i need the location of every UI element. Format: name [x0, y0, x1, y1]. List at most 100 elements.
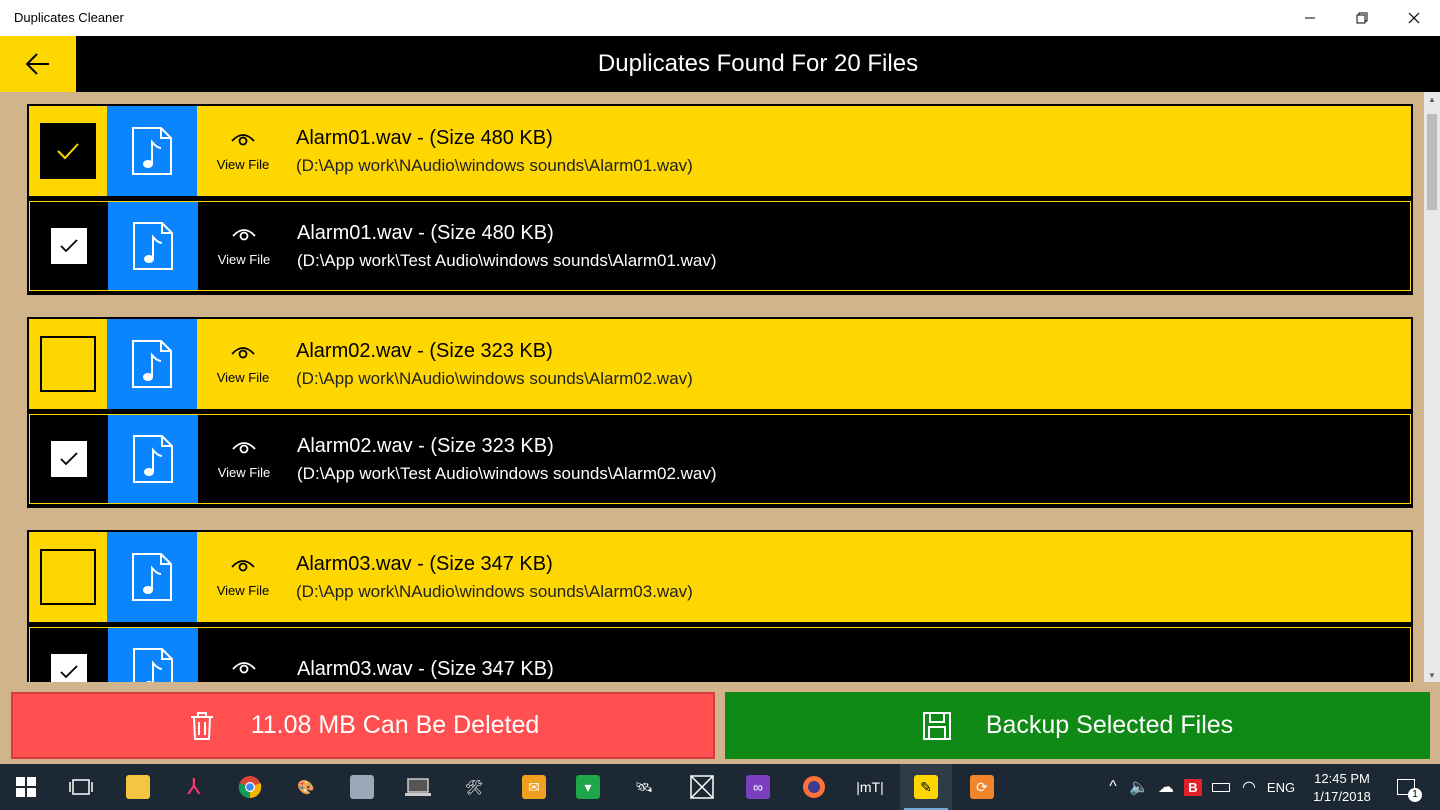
view-file-button[interactable]: View File [198, 202, 290, 290]
taskbar-chrome[interactable] [224, 764, 276, 810]
taskbar-file-explorer[interactable] [112, 764, 164, 810]
minimize-button[interactable] [1284, 0, 1336, 36]
task-view-icon [69, 779, 93, 795]
file-info: Alarm03.wav - (Size 347 KB) (D:\App work… [296, 532, 693, 622]
eye-icon [232, 441, 256, 453]
select-checkbox[interactable] [51, 654, 87, 682]
view-file-label: View File [217, 464, 271, 480]
view-file-button[interactable]: View File [198, 415, 290, 503]
view-file-label: View File [216, 582, 270, 598]
duplicate-group: View File Alarm01.wav - (Size 480 KB) (D… [27, 104, 1413, 295]
taskbar-pdf[interactable]: ⟳ [956, 764, 1008, 810]
b-app-icon: B [1184, 778, 1202, 796]
taskbar-app-red[interactable]: ⅄ [168, 764, 220, 810]
app-red-icon: ⅄ [187, 774, 201, 799]
taskbar-mt[interactable]: |mT| [844, 764, 896, 810]
duplicates-list[interactable]: View File Alarm01.wav - (Size 480 KB) (D… [0, 92, 1440, 682]
app-icon [350, 775, 374, 799]
file-name: Alarm02.wav - (Size 323 KB) [296, 339, 553, 362]
notification-icon: 1 [1397, 779, 1422, 802]
view-file-button[interactable]: View File [197, 319, 289, 409]
file-path: (D:\App work\NAudio\windows sounds\Alarm… [296, 368, 693, 388]
taskbar-duplicates-cleaner[interactable]: ✎ [900, 764, 952, 810]
close-icon [1408, 12, 1420, 24]
volume-button[interactable]: 🔈 [1128, 764, 1150, 810]
onedrive-button[interactable]: ☁ [1154, 764, 1178, 810]
restore-icon [1356, 12, 1368, 24]
file-info: Alarm03.wav - (Size 347 KB) [297, 628, 554, 682]
pdf-icon: ⟳ [970, 775, 994, 799]
eye-icon [231, 346, 255, 358]
clock[interactable]: 12:45 PM 1/17/2018 [1302, 770, 1382, 806]
taskbar-visual-studio[interactable]: ∞ [732, 764, 784, 810]
file-name: Alarm02.wav - (Size 323 KB) [297, 434, 554, 457]
view-file-button[interactable]: View File [197, 106, 289, 196]
select-checkbox[interactable] [40, 336, 96, 392]
battery-button[interactable] [1208, 764, 1234, 810]
delete-button[interactable]: 11.08 MB Can Be Deleted [11, 692, 715, 759]
taskbar-paint[interactable]: 🎨 [280, 764, 332, 810]
view-file-button[interactable]: View File [197, 532, 289, 622]
tray-expand-button[interactable]: ^ [1102, 764, 1124, 810]
paint-icon: 🎨 [297, 778, 315, 795]
language-button[interactable]: ENG [1264, 764, 1298, 810]
clock-time: 12:45 PM [1314, 771, 1370, 786]
taskbar-tools[interactable]: 🛠 [448, 764, 500, 810]
tray-b-app[interactable]: B [1182, 764, 1204, 810]
notifications-button[interactable]: 1 [1388, 764, 1424, 810]
wifi-button[interactable]: ◠ [1238, 764, 1260, 810]
file-row-primary[interactable]: View File Alarm01.wav - (Size 480 KB) (D… [29, 106, 1411, 196]
scroll-thumb[interactable] [1427, 114, 1437, 210]
music-file-icon [133, 222, 173, 270]
window-title: Duplicates Cleaner [14, 10, 124, 25]
eye-icon [231, 559, 255, 571]
wifi-icon: ◠ [1242, 779, 1256, 796]
file-row-duplicate[interactable]: Alarm03.wav - (Size 347 KB) [29, 627, 1411, 682]
mt-icon: |mT| [856, 779, 884, 795]
file-row-duplicate[interactable]: View File Alarm02.wav - (Size 323 KB) (D… [29, 414, 1411, 504]
file-row-primary[interactable]: View File Alarm02.wav - (Size 323 KB) (D… [29, 319, 1411, 409]
scroll-up-arrow-icon[interactable]: ▲ [1424, 92, 1440, 106]
eye-icon [231, 133, 255, 145]
back-button[interactable] [0, 36, 76, 92]
clock-date: 1/17/2018 [1313, 789, 1371, 804]
checkbox-cell [30, 415, 108, 503]
view-file-label: View File [217, 251, 271, 267]
scroll-down-arrow-icon[interactable]: ▼ [1424, 668, 1440, 682]
eye-icon [232, 228, 256, 240]
taskbar-mail[interactable]: ✉ [508, 764, 560, 810]
music-file-icon [133, 648, 173, 682]
close-button[interactable] [1388, 0, 1440, 36]
taskbar-laptop[interactable] [392, 764, 444, 810]
mail-icon: ✉ [522, 775, 546, 799]
select-checkbox[interactable] [40, 123, 96, 179]
taskbar-store-app[interactable]: ▾ [562, 764, 614, 810]
file-path: (D:\App work\NAudio\windows sounds\Alarm… [296, 155, 693, 175]
file-explorer-icon [126, 775, 150, 799]
task-view-button[interactable] [55, 764, 107, 810]
file-icon-cell [108, 202, 198, 290]
taskbar-satellite[interactable]: 🛰 [618, 764, 670, 810]
taskbar-window-x[interactable] [676, 764, 728, 810]
music-file-icon [132, 340, 172, 388]
start-button[interactable] [0, 764, 52, 810]
file-icon-cell [108, 415, 198, 503]
file-info: Alarm02.wav - (Size 323 KB) (D:\App work… [296, 319, 693, 409]
select-checkbox[interactable] [51, 441, 87, 477]
view-file-button[interactable] [198, 628, 290, 682]
view-file-label: View File [216, 156, 270, 172]
file-row-primary[interactable]: View File Alarm03.wav - (Size 347 KB) (D… [29, 532, 1411, 622]
delete-button-label: 11.08 MB Can Be Deleted [250, 711, 540, 739]
backup-button[interactable]: Backup Selected Files [725, 692, 1430, 759]
chrome-icon [238, 776, 262, 799]
file-row-duplicate[interactable]: View File Alarm01.wav - (Size 480 KB) (D… [29, 201, 1411, 291]
restore-button[interactable] [1336, 0, 1388, 36]
vertical-scrollbar[interactable]: ▲ ▼ [1424, 92, 1440, 682]
taskbar-app[interactable] [336, 764, 388, 810]
trash-icon [190, 711, 213, 740]
select-checkbox[interactable] [51, 228, 87, 264]
select-checkbox[interactable] [40, 549, 96, 605]
taskbar-firefox[interactable] [788, 764, 840, 810]
checkbox-cell [30, 202, 108, 290]
checkbox-cell [30, 628, 108, 682]
